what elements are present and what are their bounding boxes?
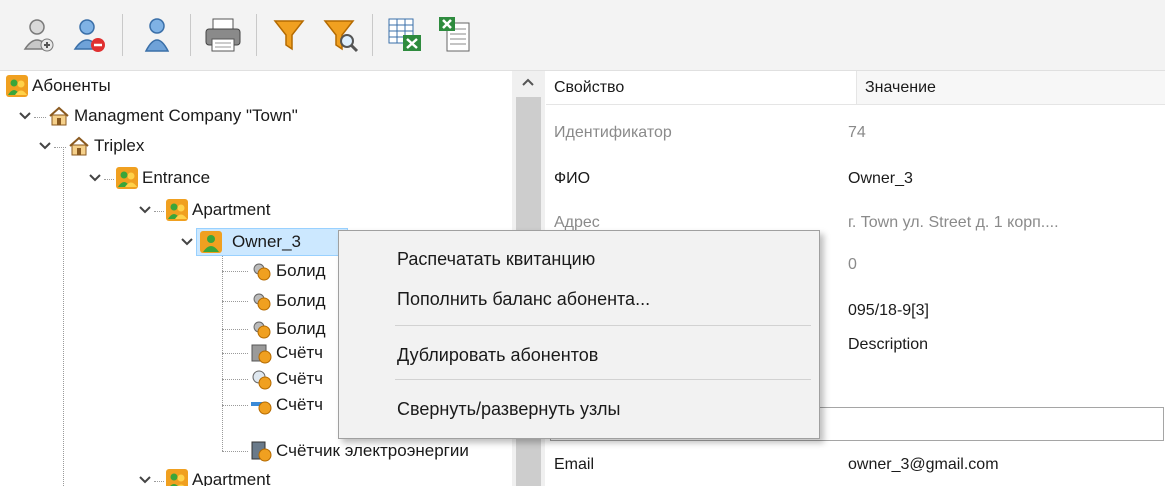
company-house-icon	[48, 105, 70, 127]
menu-item-label: Свернуть/развернуть узлы	[397, 398, 621, 419]
chevron-down-icon[interactable]	[18, 109, 32, 123]
tree-label: Болид	[276, 291, 326, 310]
tree-item-owner[interactable]: Owner_3	[200, 229, 301, 255]
tree-item-meter[interactable]: Счётч	[250, 366, 323, 392]
export-excel-icon[interactable]	[382, 12, 428, 58]
menu-item-print-receipt[interactable]: Распечатать квитанцию	[339, 241, 819, 277]
tree-label: Managment Company "Town"	[74, 106, 298, 125]
tree-item-meter[interactable]: Счётч	[250, 392, 323, 418]
water-meter-icon	[250, 394, 272, 416]
user-icon[interactable]	[134, 12, 180, 58]
tree-label: Счётчик электроэнергии	[276, 441, 469, 460]
gear-device-icon	[250, 260, 272, 282]
tree-label: Счётч	[276, 395, 324, 414]
chevron-down-icon[interactable]	[138, 203, 152, 217]
users-group-icon	[116, 167, 138, 189]
meter-icon	[250, 342, 272, 364]
tree-label: Owner_3	[232, 232, 301, 251]
chevron-down-icon[interactable]	[180, 235, 194, 249]
house-icon	[68, 135, 90, 157]
tree-label: Счётч	[276, 343, 324, 362]
menu-item-label: Дублировать абонентов	[397, 344, 599, 365]
import-excel-icon[interactable]	[432, 12, 478, 58]
gear-device-icon	[250, 290, 272, 312]
tree-label: Болид	[276, 261, 326, 280]
property-value: owner_3@gmail.com	[848, 456, 999, 473]
gas-meter-icon	[250, 368, 272, 390]
menu-separator	[395, 325, 811, 326]
tree-item-company[interactable]: Managment Company "Town"	[48, 103, 298, 129]
column-header-value[interactable]: Значение	[856, 71, 1165, 105]
filter-search-icon[interactable]	[318, 12, 364, 58]
filter-icon[interactable]	[266, 12, 312, 58]
tree-item-root[interactable]: Абоненты	[6, 73, 111, 99]
users-group-icon	[166, 199, 188, 221]
menu-separator	[395, 379, 811, 380]
property-value: г. Town ул. Street д. 1 корп....	[848, 214, 1059, 231]
tree-item-apartment[interactable]: Apartment	[166, 197, 270, 223]
property-row[interactable]: ФИО Owner_3	[546, 161, 1165, 197]
tree-label: Абоненты	[32, 76, 111, 95]
tree-item-entrance[interactable]: Entrance	[116, 165, 210, 191]
chevron-down-icon[interactable]	[88, 171, 102, 185]
tree-label: Болид	[276, 319, 326, 338]
chevron-down-icon[interactable]	[138, 473, 152, 486]
property-key: Email	[554, 456, 595, 473]
electric-meter-icon	[250, 440, 272, 462]
gear-device-icon	[250, 318, 272, 340]
toolbar	[0, 0, 1165, 71]
property-key: Идентификатор	[554, 124, 672, 141]
property-row[interactable]: Email owner_3@gmail.com	[546, 447, 1165, 483]
property-row[interactable]: Идентификатор 74	[546, 115, 1165, 151]
tree-item-device[interactable]: Болид	[250, 258, 326, 284]
menu-item-duplicate-subscribers[interactable]: Дублировать абонентов	[339, 337, 819, 373]
menu-item-label: Пополнить баланс абонента...	[397, 288, 651, 309]
tree-label: Apartment	[192, 200, 271, 219]
chevron-down-icon[interactable]	[38, 139, 52, 153]
menu-item-collapse-expand-nodes[interactable]: Свернуть/развернуть узлы	[339, 391, 819, 427]
context-menu: Распечатать квитанцию Пополнить баланс а…	[338, 230, 820, 439]
users-group-icon	[6, 75, 28, 97]
property-value: 0	[848, 256, 857, 273]
property-value: Owner_3	[848, 170, 913, 187]
property-value: 095/18-9[3]	[848, 302, 929, 319]
scroll-up-icon[interactable]	[521, 77, 535, 87]
tree-item-house[interactable]: Triplex	[68, 133, 144, 159]
tree-label: Entrance	[142, 168, 211, 187]
tree-item-meter[interactable]: Счётчик электроэнергии	[250, 438, 469, 464]
menu-item-top-up-balance[interactable]: Пополнить баланс абонента...	[339, 281, 819, 317]
menu-item-label: Распечатать квитанцию	[397, 248, 596, 269]
owner-user-icon	[200, 231, 222, 253]
property-value: 74	[848, 124, 866, 141]
tree-label: Triplex	[94, 136, 145, 155]
users-group-icon	[166, 469, 188, 486]
tree-label: Счётч	[276, 369, 324, 388]
tree-item-device[interactable]: Болид	[250, 288, 326, 314]
column-header-property[interactable]: Свойство	[546, 71, 856, 105]
property-value: Description	[848, 336, 929, 353]
tree-item-apartment[interactable]: Apartment	[166, 467, 270, 486]
tree-item-device[interactable]: Болид	[250, 316, 326, 342]
remove-user-icon[interactable]	[66, 12, 112, 58]
tree-label: Apartment	[192, 470, 271, 486]
add-user-icon[interactable]	[14, 12, 60, 58]
property-key: ФИО	[554, 170, 591, 187]
tree-item-meter[interactable]: Счётч	[250, 340, 323, 366]
printer-icon[interactable]	[200, 12, 246, 58]
